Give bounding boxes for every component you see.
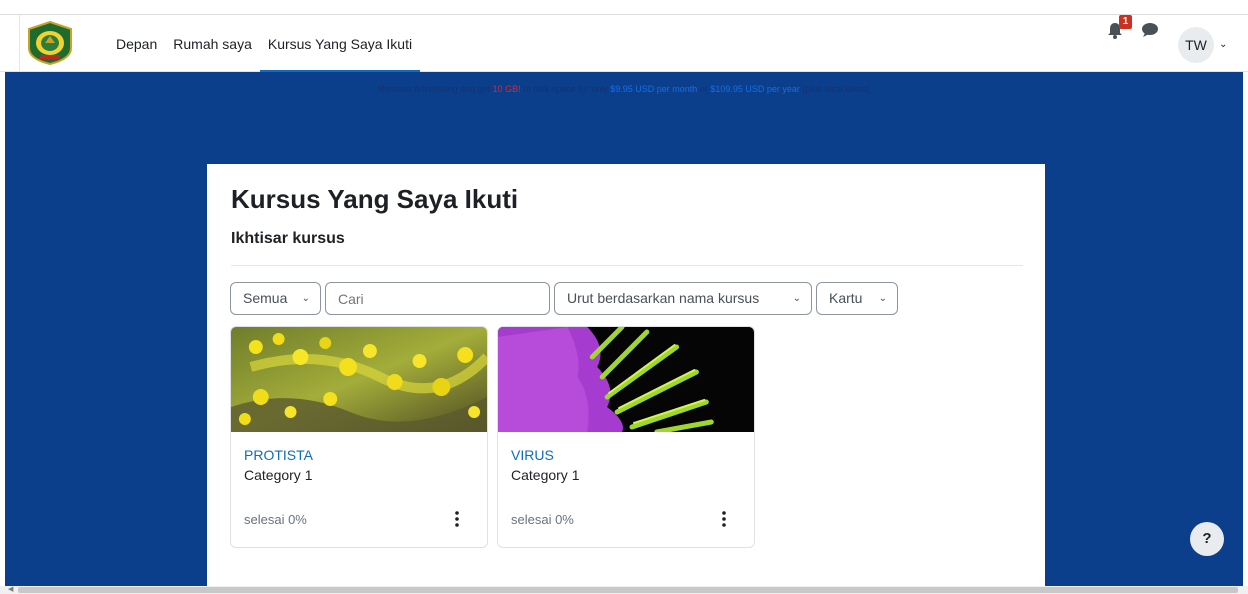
chevron-down-icon: ⌄ — [792, 293, 801, 304]
course-category: Category 1 — [511, 467, 580, 483]
grouping-dropdown[interactable]: Semua ⌄ — [230, 282, 321, 315]
scrollbar-thumb[interactable] — [18, 587, 1238, 593]
site-logo[interactable] — [26, 21, 74, 65]
promo-yearly-link[interactable]: $109.95 USD per year — [710, 84, 800, 94]
grouping-dropdown-label: Semua — [243, 290, 288, 306]
promo-text: Remove advertising and get — [378, 84, 493, 94]
course-card[interactable]: VIRUS Category 1 selesai 0% — [497, 326, 755, 548]
course-category: Category 1 — [244, 467, 313, 483]
chevron-down-icon: ⌄ — [301, 293, 310, 304]
promo-banner-text: Remove advertising and get 10 GB! of dis… — [0, 84, 1248, 94]
promo-text: (plus local taxes) — [799, 84, 870, 94]
help-button[interactable]: ? — [1190, 522, 1224, 556]
course-search-input[interactable] — [325, 282, 550, 315]
sort-dropdown[interactable]: Urut berdasarkan nama kursus ⌄ — [554, 282, 812, 315]
page-title: Kursus Yang Saya Ikuti — [231, 184, 519, 214]
section-title: Ikhtisar kursus — [231, 230, 345, 247]
view-dropdown-label: Kartu — [829, 290, 863, 306]
view-dropdown[interactable]: Kartu ⌄ — [816, 282, 898, 315]
chevron-down-icon: ⌄ — [878, 293, 887, 304]
section-divider — [231, 265, 1023, 266]
horizontal-scrollbar[interactable]: ◀ — [0, 586, 1248, 594]
user-avatar[interactable]: TW — [1178, 27, 1214, 63]
nav-home[interactable]: Depan — [108, 15, 165, 73]
course-name-link[interactable]: PROTISTA — [244, 447, 313, 463]
promo-monthly-link[interactable]: $9.95 USD per month — [610, 84, 697, 94]
promo-text: or — [697, 84, 711, 94]
course-actions-kebab-icon[interactable] — [716, 509, 732, 529]
course-name-link[interactable]: VIRUS — [511, 447, 554, 463]
course-progress: selesai 0% — [511, 512, 574, 527]
messages-chat-icon[interactable] — [1141, 22, 1159, 38]
course-image-protista[interactable] — [231, 327, 487, 432]
top-navbar: Depan Rumah saya Kursus Yang Saya Ikuti … — [0, 14, 1248, 73]
nav-my-courses[interactable]: Kursus Yang Saya Ikuti — [259, 15, 421, 73]
scroll-left-arrow-icon[interactable]: ◀ — [8, 586, 13, 594]
browser-top-strip — [0, 0, 1248, 14]
sort-dropdown-label: Urut berdasarkan nama kursus — [567, 290, 760, 306]
primary-navigation: Depan Rumah saya Kursus Yang Saya Ikuti — [108, 15, 421, 73]
notification-count-badge: 1 — [1119, 15, 1132, 29]
course-image-virus[interactable] — [498, 327, 754, 432]
user-menu-chevron-down-icon[interactable]: ⌄ — [1219, 39, 1227, 50]
course-progress: selesai 0% — [244, 512, 307, 527]
promo-text: of disk space for only — [520, 84, 611, 94]
nav-divider — [19, 15, 20, 73]
course-actions-kebab-icon[interactable] — [449, 509, 465, 529]
promo-highlight: 10 GB — [492, 84, 519, 94]
nav-dashboard[interactable]: Rumah saya — [165, 15, 260, 73]
course-card[interactable]: PROTISTA Category 1 selesai 0% — [230, 326, 488, 548]
